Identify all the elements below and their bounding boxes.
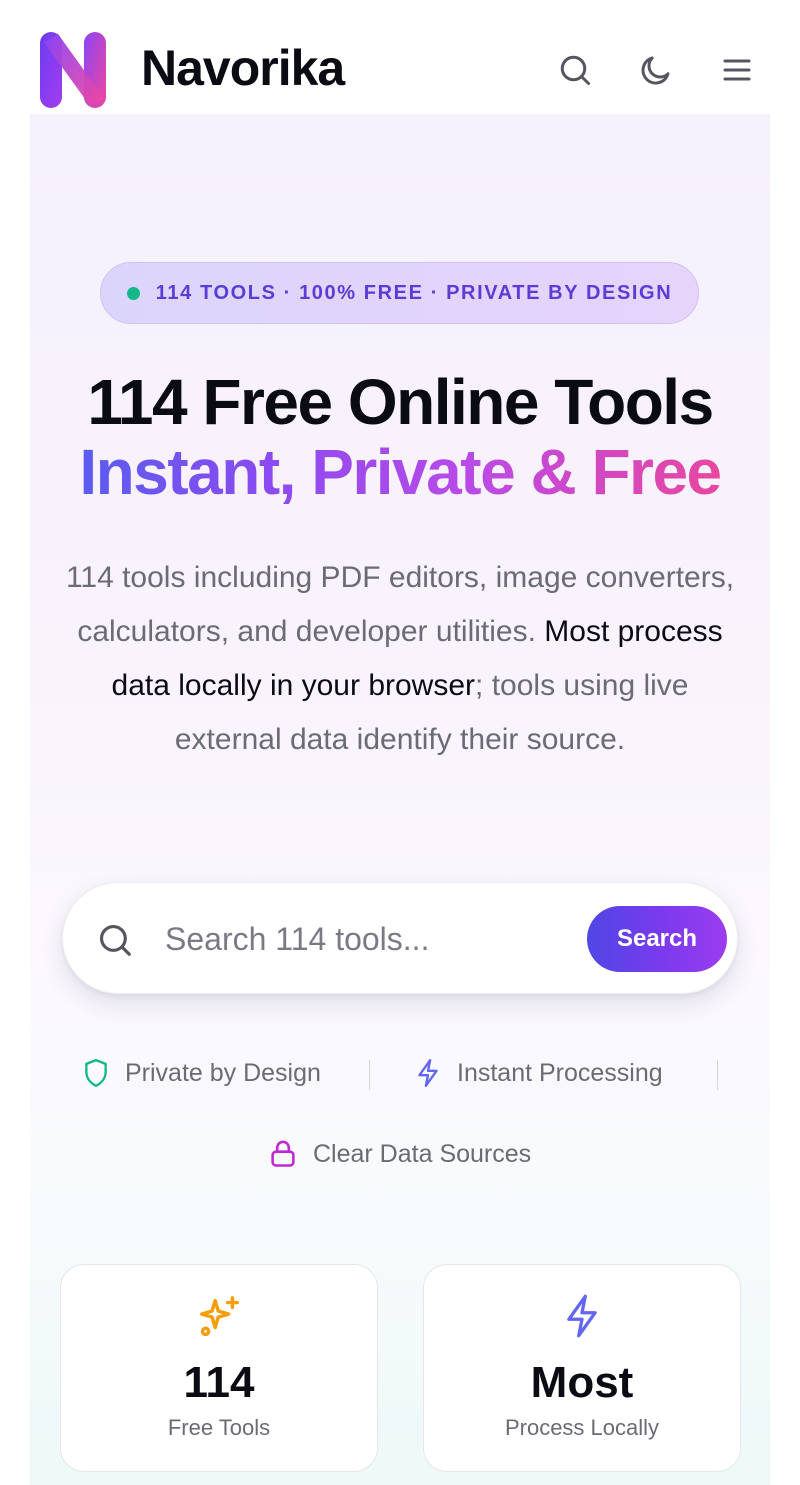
shield-icon xyxy=(85,1058,107,1088)
header-search-button[interactable] xyxy=(553,48,597,92)
feature-label: Private by Design xyxy=(125,1058,321,1087)
hero-title: 114 Free Online Tools xyxy=(87,366,714,438)
moon-icon xyxy=(641,56,670,85)
menu-icon xyxy=(723,59,751,81)
theme-toggle-button[interactable] xyxy=(634,48,678,92)
sparkles-icon xyxy=(200,1296,239,1337)
stat-card-process-locally: Most Process Locally xyxy=(423,1264,741,1472)
feature-divider xyxy=(369,1060,370,1090)
feature-label: Clear Data Sources xyxy=(313,1139,532,1168)
stat-card-free-tools: 114 Free Tools xyxy=(60,1264,378,1472)
feature-divider xyxy=(717,1060,718,1090)
feature-label: Instant Processing xyxy=(457,1058,663,1087)
feature-private: Private by Design xyxy=(83,1058,321,1088)
stat-value: 114 xyxy=(183,1358,255,1407)
navorika-logo[interactable] xyxy=(38,28,110,112)
stat-label: Process Locally xyxy=(504,1415,660,1440)
status-dot xyxy=(126,286,140,300)
stat-label: Free Tools xyxy=(167,1415,271,1440)
search-input[interactable] xyxy=(165,911,575,967)
search-icon xyxy=(96,921,134,959)
lock-icon xyxy=(271,1140,295,1167)
brand-name[interactable]: Navorika xyxy=(141,38,345,98)
feature-sources: Clear Data Sources xyxy=(269,1139,531,1169)
bolt-icon xyxy=(567,1294,597,1338)
tool-search-bar: Search xyxy=(62,882,738,994)
bolt-icon xyxy=(418,1058,438,1088)
stat-value: Most xyxy=(530,1358,634,1407)
menu-button[interactable] xyxy=(715,48,759,92)
hero-subtitle: Instant, Private & Free xyxy=(0,436,800,508)
hero-description: 114 tools including PDF editors, image c… xyxy=(55,551,745,767)
hero-subtitle-text: Instant, Private & Free xyxy=(79,436,722,508)
hero-badge-text: 114 TOOLS · 100% FREE · PRIVATE BY DESIG… xyxy=(155,281,673,304)
hero-badge: 114 TOOLS · 100% FREE · PRIVATE BY DESIG… xyxy=(100,262,699,324)
top-header: Navorika xyxy=(0,0,800,114)
feature-instant: Instant Processing xyxy=(415,1058,663,1088)
search-button[interactable]: Search xyxy=(587,906,727,972)
search-icon xyxy=(560,55,590,85)
